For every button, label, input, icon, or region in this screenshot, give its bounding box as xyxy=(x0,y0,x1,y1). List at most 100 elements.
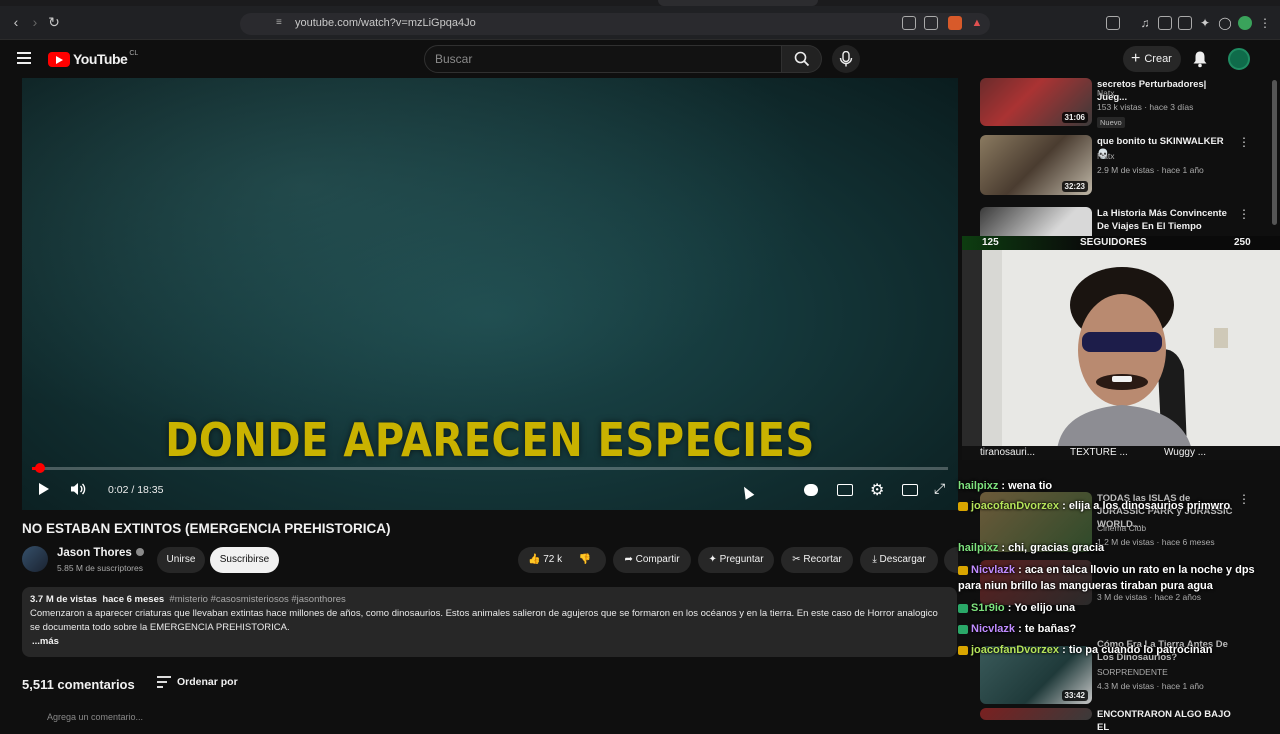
hamburger-menu-icon[interactable] xyxy=(17,52,31,64)
chat-message: joacofanDvorzex : tio pa cuando lo patro… xyxy=(958,642,1280,658)
rec-title[interactable]: secretos Perturbadores| Jueg... xyxy=(1097,78,1237,104)
extension-icon[interactable] xyxy=(1106,16,1120,30)
show-more-link[interactable]: ...más xyxy=(32,636,59,647)
clip-button[interactable]: ✂ Recortar xyxy=(781,547,853,573)
active-tab[interactable] xyxy=(658,0,818,6)
sort-button[interactable]: Ordenar por xyxy=(177,676,238,688)
site-info-icon[interactable]: ≡ xyxy=(276,17,282,28)
like-button[interactable]: 👍 72 k xyxy=(528,554,562,565)
more-options-icon[interactable]: ⋮ xyxy=(1238,207,1250,221)
chat-username: Nicvlazk xyxy=(971,623,1016,635)
rec-meta: 4.3 M de vistas · hace 1 año xyxy=(1097,681,1204,691)
chat-text: wena tio xyxy=(1008,480,1053,492)
rec-channel[interactable]: Natx xyxy=(1097,151,1114,161)
create-label: Crear xyxy=(1144,53,1172,65)
chat-username: Nicvlazk xyxy=(971,564,1016,576)
chat-username: hailpixz xyxy=(958,542,999,554)
rec-channel[interactable]: Natx xyxy=(1097,88,1114,98)
goal-label: SEGUIDORES xyxy=(1080,237,1147,248)
profile-icon[interactable] xyxy=(1238,16,1252,30)
volume-button[interactable] xyxy=(70,482,86,499)
description-text: Comenzaron a aparecer criaturas que llev… xyxy=(30,608,938,633)
description-box[interactable]: 3.7 M de vistas hace 6 meses #misterio #… xyxy=(22,587,957,657)
create-button[interactable]: + Crear xyxy=(1123,46,1181,72)
hashtags[interactable]: #misterio #casosmisteriosos #jasonthores xyxy=(169,594,345,605)
rec-title[interactable]: que bonito tu SKINWALKER 💀 xyxy=(1097,135,1237,161)
webcam-label-bar: tiranosauri... TEXTURE ... Wuggy ... xyxy=(962,446,1280,460)
music-icon[interactable]: ♫ xyxy=(1138,16,1152,30)
share-button[interactable]: ➦ Compartir xyxy=(613,547,691,573)
dislike-button[interactable]: 👎 xyxy=(579,554,591,565)
autoplay-toggle[interactable] xyxy=(804,484,818,496)
chat-username: S1r9io xyxy=(971,602,1005,614)
recommendation-item[interactable]: 31:06 secretos Perturbadores| Jueg... Na… xyxy=(980,78,1270,128)
miniplayer-icon[interactable] xyxy=(902,484,918,496)
menu-dots-icon[interactable]: ⋮ xyxy=(1258,16,1272,30)
wallet-icon[interactable] xyxy=(1178,16,1192,30)
chat-message: joacofanDvorzex : elija a los dinosaurio… xyxy=(958,498,1280,514)
back-icon[interactable]: ‹ xyxy=(8,14,24,30)
sidebar-icon[interactable] xyxy=(1158,16,1172,30)
followers-goal-bar: 125 SEGUIDORES 250 xyxy=(962,236,1280,250)
fullscreen-icon[interactable]: ⤢ xyxy=(934,480,945,497)
add-comment-input[interactable]: Agrega un comentario... xyxy=(47,712,143,722)
address-bar[interactable]: ≡ youtube.com/watch?v=mzLiGpqa4Jo xyxy=(240,13,990,35)
search-button[interactable] xyxy=(782,45,822,73)
recommendation-item[interactable]: La Historia Más Convincente De Viajes En… xyxy=(980,207,1270,237)
youtube-logo[interactable]: YouTube CL xyxy=(48,50,138,68)
settings-gear-icon[interactable]: ⚙ xyxy=(870,480,884,500)
rec-title[interactable]: ENCONTRARON ALGO BAJO EL xyxy=(1097,708,1237,734)
ask-button[interactable]: ✦ Preguntar xyxy=(698,547,774,573)
recommendation-item[interactable]: 32:23 que bonito tu SKINWALKER 💀 Natx 2.… xyxy=(980,135,1270,199)
upload-age: hace 6 meses xyxy=(102,594,165,605)
sidebar-scrollbar[interactable] xyxy=(1272,80,1277,225)
voice-search-button[interactable] xyxy=(832,45,860,73)
recommendation-item[interactable]: ENCONTRARON ALGO BAJO EL xyxy=(980,708,1270,733)
play-button[interactable] xyxy=(38,482,50,499)
forward-icon[interactable]: › xyxy=(27,14,43,30)
scissors-icon: ✂ xyxy=(792,554,801,565)
chat-message: hailpixz : chi, gracias gracia xyxy=(958,542,1105,554)
notifications-bell-icon[interactable] xyxy=(1192,50,1208,68)
video-thumbnail[interactable] xyxy=(980,708,1092,720)
video-player[interactable]: DONDE APARECEN ESPECIES 0:02 / 18:35 ⚙ ⤢ xyxy=(22,78,958,510)
video-thumbnail[interactable]: 32:23 xyxy=(980,135,1092,195)
subtitles-icon[interactable] xyxy=(837,484,853,496)
view-count: 3.7 M de vistas xyxy=(30,594,98,605)
tab-strip xyxy=(0,0,1280,6)
plus-icon: + xyxy=(1131,50,1141,68)
screen-icon[interactable] xyxy=(902,16,916,30)
more-actions-button[interactable] xyxy=(944,547,958,573)
scrubber-handle[interactable] xyxy=(35,463,45,473)
comments-count: 5,511 comentarios xyxy=(22,677,135,692)
brave-shield-icon[interactable] xyxy=(948,16,962,30)
search-input[interactable] xyxy=(435,52,735,66)
channel-name[interactable]: Jason Thores xyxy=(57,547,144,559)
chat-text: chi, gracias gracia xyxy=(1008,542,1105,554)
more-options-icon[interactable]: ⋮ xyxy=(1238,135,1250,149)
share-icon[interactable] xyxy=(924,16,938,30)
join-button[interactable]: Unirse xyxy=(157,547,205,573)
like-count: 72 k xyxy=(543,554,563,565)
ai-icon[interactable]: ✦ xyxy=(1198,16,1212,30)
user-avatar[interactable] xyxy=(1228,48,1250,70)
rewards-icon[interactable]: ▲ xyxy=(970,16,984,30)
progress-bar[interactable] xyxy=(32,463,948,473)
video-title: NO ESTABAN EXTINTOS (EMERGENCIA PREHISTO… xyxy=(22,521,391,536)
reload-icon[interactable]: ↻ xyxy=(46,14,62,30)
video-thumbnail[interactable]: 31:06 xyxy=(980,78,1092,126)
chat-username: joacofanDvorzex xyxy=(971,644,1060,656)
video-thumbnail[interactable] xyxy=(980,207,1092,237)
sort-icon[interactable] xyxy=(157,676,171,688)
subscribe-button[interactable]: Suscribirse xyxy=(210,547,279,573)
rec-channel[interactable]: SORPRENDENTE xyxy=(1097,667,1168,677)
rec-title[interactable]: La Historia Más Convincente De Viajes En… xyxy=(1097,207,1237,233)
play-icon xyxy=(39,483,49,495)
search-box[interactable] xyxy=(424,45,782,73)
vpn-icon[interactable]: ◯ xyxy=(1218,16,1232,30)
channel-name-text: Jason Thores xyxy=(57,547,132,559)
logo-text: YouTube xyxy=(73,51,128,67)
channel-avatar[interactable] xyxy=(22,546,48,572)
download-button[interactable]: ⤓ Descargar xyxy=(860,547,938,573)
share-label: Compartir xyxy=(635,554,680,565)
